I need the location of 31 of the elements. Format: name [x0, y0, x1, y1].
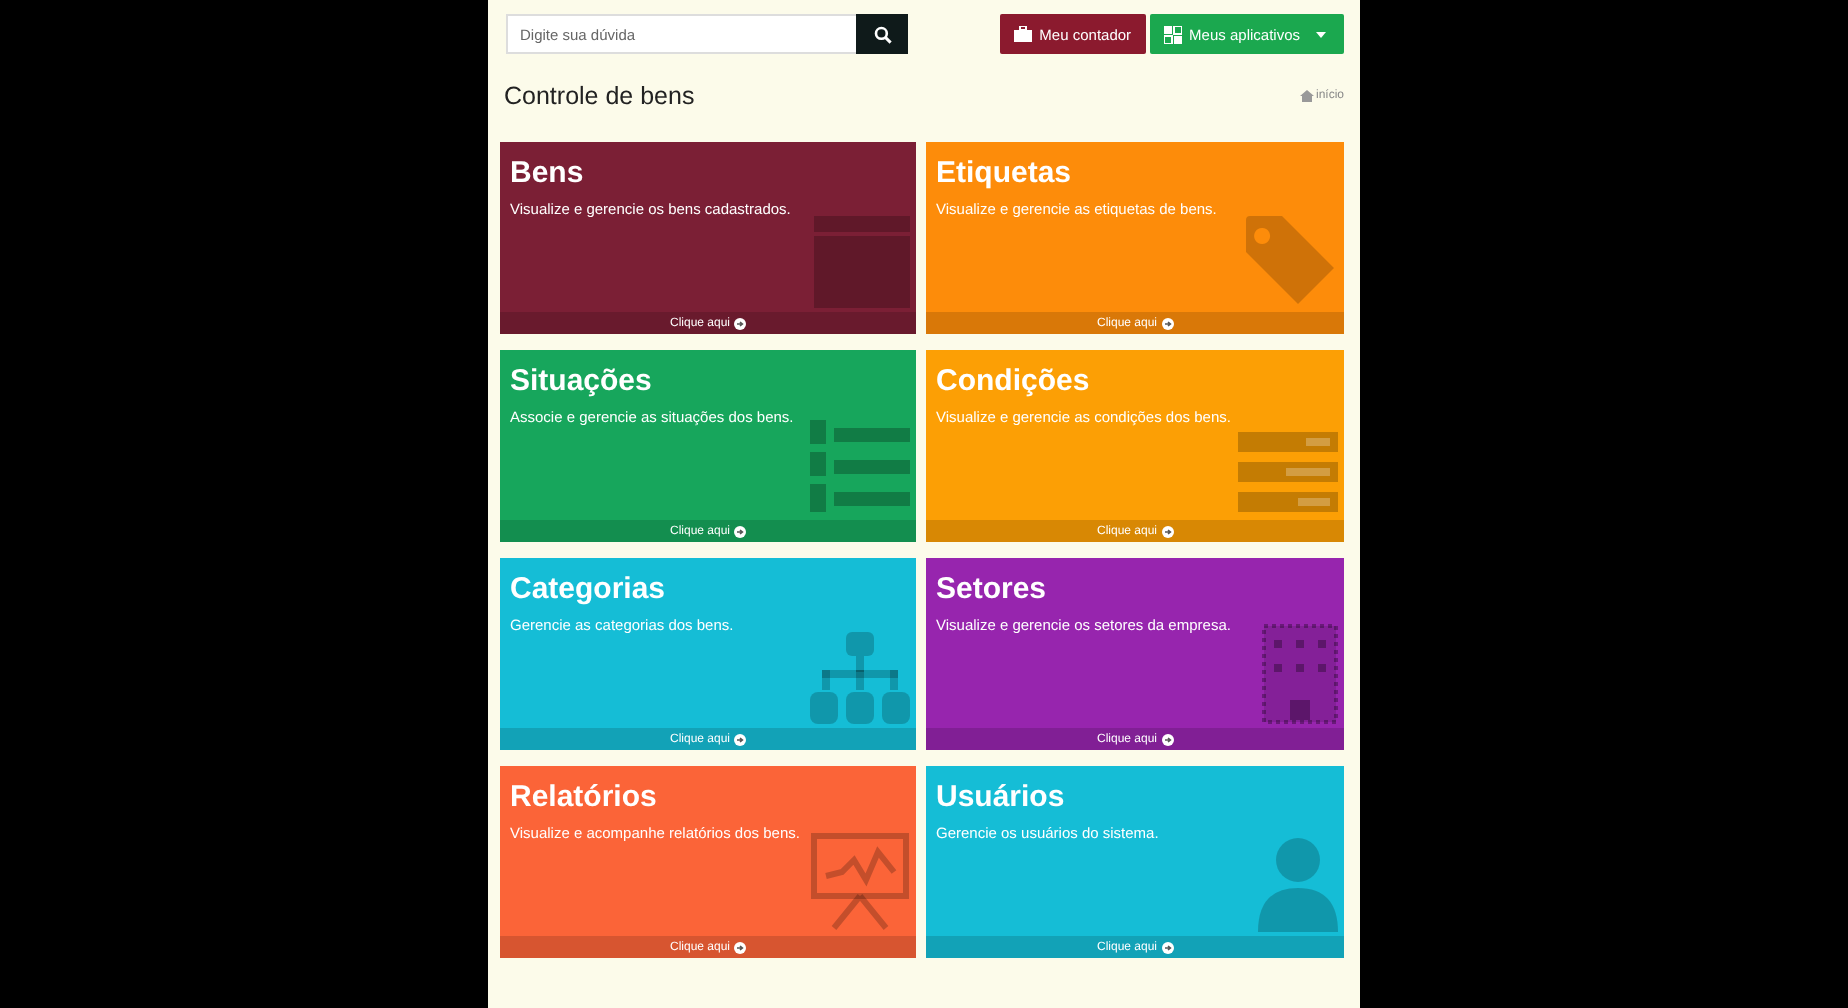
- arrow-circle-icon: [734, 525, 747, 537]
- presentation-chart-icon: [810, 832, 910, 932]
- arrow-circle-icon: [734, 317, 747, 329]
- briefcase-icon: [1013, 26, 1032, 42]
- card-title: Condições: [936, 364, 1092, 400]
- hierarchy-icon: [810, 632, 910, 724]
- arrow-circle-icon: [734, 941, 747, 953]
- arrow-circle-icon: [1161, 525, 1174, 537]
- arrow-circle-icon: [1161, 941, 1174, 953]
- card-title: Bens: [510, 156, 586, 192]
- user-icon: [1258, 836, 1338, 932]
- sliders-icon: [1238, 432, 1338, 516]
- arrow-circle-icon: [734, 733, 747, 745]
- building-icon: [1262, 624, 1338, 724]
- table-icon: [814, 216, 910, 308]
- card-title: Setores: [936, 572, 1049, 608]
- caret-icon: [1316, 31, 1326, 37]
- arrow-circle-icon: [1161, 733, 1174, 745]
- card-title: Situações: [510, 364, 654, 400]
- list-icon: [810, 416, 910, 516]
- search-icon: [873, 25, 891, 43]
- search-button[interactable]: [856, 14, 908, 54]
- card-title: Etiquetas: [936, 156, 1074, 192]
- home-icon: [1299, 90, 1314, 102]
- arrow-circle-icon: [1161, 317, 1174, 329]
- card-title: Usuários: [936, 780, 1067, 816]
- apps-icon: [1163, 25, 1182, 43]
- tag-icon: [1242, 212, 1338, 308]
- card-title: Relatórios: [510, 780, 659, 816]
- card-title: Categorias: [510, 572, 668, 608]
- page-title: Controle de bens: [504, 82, 695, 110]
